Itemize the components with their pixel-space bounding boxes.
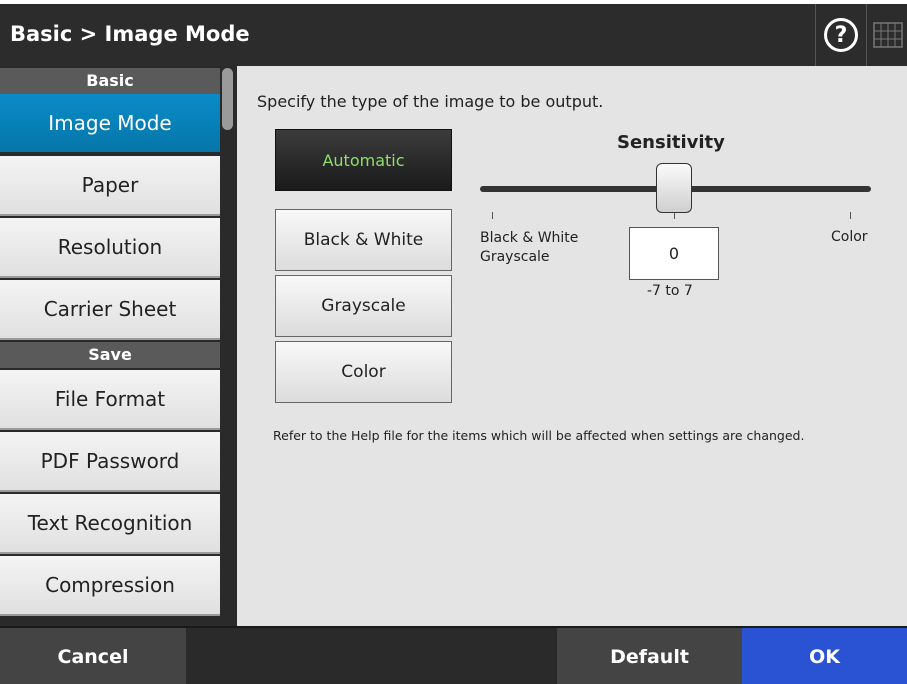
sidebar-scrollbar[interactable] [222,68,233,130]
slider-min-label-gray: Grayscale [480,249,550,265]
mode-automatic-button[interactable]: Automatic [275,129,452,191]
sidebar-item-paper[interactable]: Paper [0,156,220,216]
sensitivity-range-text: -7 to 7 [647,283,693,299]
sidebar-item-pdf-password[interactable]: PDF Password [0,432,220,492]
slider-min-label: Black & White Grayscale [480,229,578,267]
cancel-button[interactable]: Cancel [0,628,186,684]
sensitivity-slider-thumb[interactable] [656,163,692,213]
sidebar-item-file-format[interactable]: File Format [0,370,220,430]
instruction-text: Specify the type of the image to be outp… [257,92,604,111]
help-button[interactable]: ? [815,4,867,66]
slider-tick-min [492,212,493,219]
sidebar-section-save: Save [0,342,220,368]
sensitivity-value-field[interactable]: 0 [629,227,719,280]
sidebar-item-text-recognition[interactable]: Text Recognition [0,494,220,554]
mode-grayscale-button[interactable]: Grayscale [275,275,452,337]
slider-tick-max [850,212,851,219]
mode-color-button[interactable]: Color [275,341,452,403]
sidebar-item-image-mode[interactable]: Image Mode [0,94,220,154]
keyboard-icon [872,22,903,48]
sidebar-item-carrier-sheet[interactable]: Carrier Sheet [0,280,220,340]
slider-max-label: Color [831,229,868,245]
footer-bar: Cancel Default OK [0,626,907,684]
default-button[interactable]: Default [557,628,742,684]
slider-tick-mid [674,212,675,219]
sidebar-item-resolution[interactable]: Resolution [0,218,220,278]
sidebar: Basic Image Mode Paper Resolution Carrie… [0,66,237,626]
title-bar: Basic > Image Mode ? [0,0,907,66]
page-title: Basic > Image Mode [10,22,250,46]
sensitivity-title: Sensitivity [617,132,725,153]
mode-black-white-button[interactable]: Black & White [275,209,452,271]
sidebar-item-compression[interactable]: Compression [0,556,220,616]
ok-button[interactable]: OK [742,628,907,684]
sidebar-section-basic: Basic [0,68,220,94]
main-panel: Specify the type of the image to be outp… [237,66,907,626]
help-note: Refer to the Help file for the items whi… [273,428,805,443]
slider-min-label-bw: Black & White [480,230,579,246]
keyboard-button[interactable] [868,4,907,66]
question-circle-icon: ? [824,18,858,52]
